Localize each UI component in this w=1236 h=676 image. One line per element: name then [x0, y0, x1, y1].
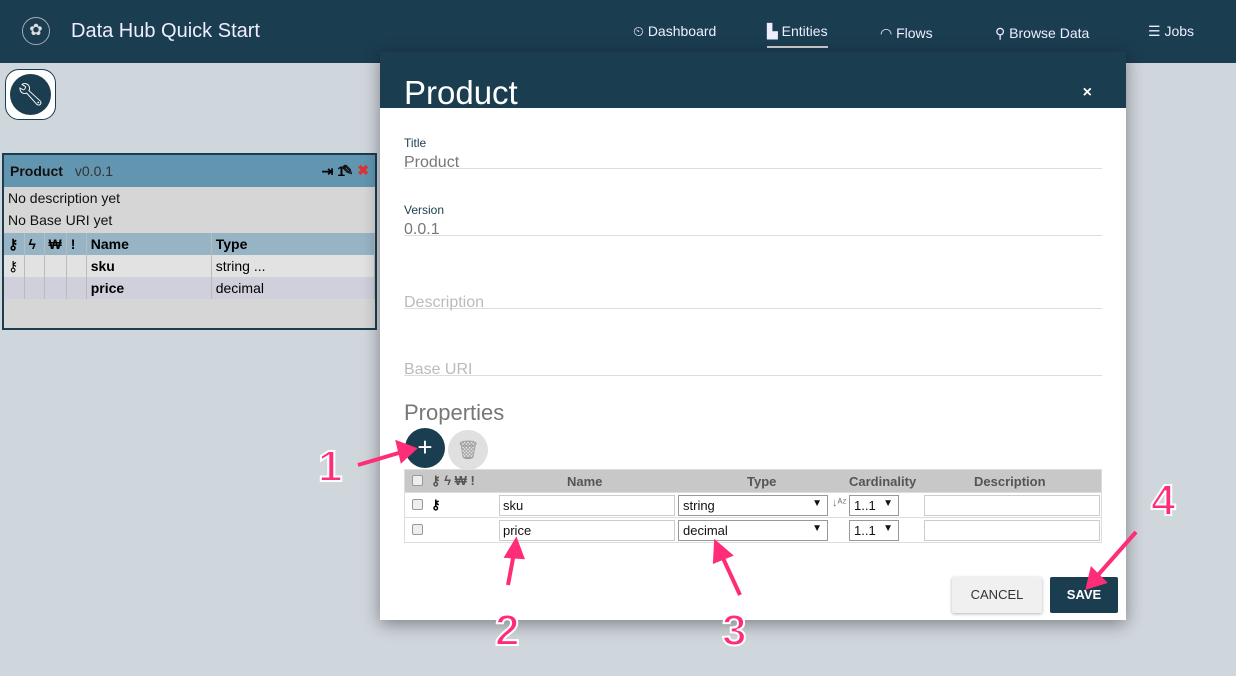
table-row: price decimal: [4, 277, 376, 299]
description-input[interactable]: [924, 495, 1100, 516]
properties-table: ⚷ ϟ ₩ ! Name Type Cardinality Descriptio…: [404, 469, 1102, 543]
word-lexicon-icon: ₩: [44, 233, 67, 255]
delete-property-button[interactable]: 🗑︎: [448, 430, 488, 470]
nav-label: Flows: [896, 25, 933, 41]
key-icon: ⚷: [4, 233, 25, 255]
name-input[interactable]: sku: [499, 495, 675, 516]
cardinality-select[interactable]: 1..1 ▼: [849, 495, 899, 516]
tools-button[interactable]: 🔧︎: [5, 69, 56, 120]
title-label: Title: [404, 136, 427, 150]
nav-dashboard[interactable]: ⏲ Dashboard: [633, 23, 716, 40]
entity-description: No description yet: [8, 190, 121, 206]
annotation-2: 2: [494, 605, 521, 656]
version-field[interactable]: Version 0.0.1: [404, 203, 1102, 238]
nav-jobs[interactable]: ☰ Jobs: [1148, 23, 1194, 40]
nav-label: Jobs: [1164, 23, 1195, 39]
entity-version: v0.0.1: [74, 163, 114, 179]
cardinality-select[interactable]: 1..1 ▼: [849, 520, 899, 541]
properties-heading: Properties: [404, 400, 505, 425]
add-property-button[interactable]: +: [405, 428, 445, 468]
type-value: string: [683, 498, 715, 513]
prop-type: decimal: [211, 277, 376, 299]
entity-base-uri: No Base URI yet: [8, 212, 113, 228]
hub-logo-icon: ✿: [22, 17, 50, 45]
description-placeholder: Description: [404, 294, 485, 311]
key-icon: ⚷: [4, 255, 25, 277]
col-type: Type: [747, 474, 777, 489]
base-uri-field[interactable]: Base URI: [404, 344, 1102, 378]
close-icon[interactable]: ×: [1083, 84, 1092, 102]
col-name: Name: [86, 233, 212, 255]
key-range-lexicon-required-icons: ⚷ ϟ ₩ !: [431, 473, 475, 488]
nav-label: Browse Data: [1009, 25, 1090, 41]
row-checkbox[interactable]: [412, 499, 423, 510]
entity-card[interactable]: Product v0.0.1 ⇥ 1 ✎ ✖ No description yet…: [2, 153, 377, 330]
base-uri-placeholder: Base URI: [404, 361, 473, 378]
table-row: price decimal ▼ 1..1 ▼: [405, 517, 1101, 542]
table-row: ⚷ sku string ▼ ↓ᴬᶻ 1..1 ▼: [405, 492, 1101, 517]
type-select[interactable]: string ▼: [678, 495, 828, 516]
entity-properties-table: ⚷ ϟ ₩! Name Type ⚷ sku string ... price decimal: [4, 233, 376, 299]
cardinality-value: 1..1: [854, 498, 876, 513]
nav-label: Dashboard: [647, 23, 717, 39]
cancel-button[interactable]: CANCEL: [952, 577, 1042, 613]
type-value: decimal: [683, 523, 728, 538]
range-index-icon: ϟ: [24, 233, 45, 255]
dialog-header: Product ×: [380, 52, 1126, 111]
col-type: Type: [211, 233, 376, 255]
col-description: Description: [974, 474, 1046, 489]
title-field[interactable]: Title Product: [404, 136, 1102, 171]
cardinality-value: 1..1: [854, 523, 876, 538]
entity-name: Product: [10, 163, 63, 179]
wrench-icon: 🔧︎: [10, 74, 51, 115]
table-row: ⚷ sku string ...: [4, 255, 376, 277]
app-title: Data Hub Quick Start: [71, 20, 260, 42]
annotation-4: 4: [1150, 475, 1177, 526]
required-icon: !: [66, 233, 87, 255]
edit-entity-dialog: Product × Title Product Version 0.0.1 Desc…: [380, 52, 1126, 620]
prop-type: string ...: [211, 255, 376, 277]
select-all-checkbox[interactable]: [412, 475, 423, 486]
title-value: Product: [404, 154, 460, 171]
key-icon[interactable]: ⚷: [431, 497, 441, 513]
prop-name: sku: [86, 255, 212, 277]
card-actions: ✎ ✖: [342, 162, 369, 179]
description-input[interactable]: [924, 520, 1100, 541]
nav-browse-data[interactable]: ⚲ Browse Data: [995, 25, 1089, 42]
save-button[interactable]: SAVE: [1050, 577, 1118, 613]
delete-icon[interactable]: ✖: [357, 162, 369, 178]
name-input[interactable]: price: [499, 520, 675, 541]
nav-entities[interactable]: ▙ Entities: [767, 23, 828, 48]
prop-name: price: [86, 277, 212, 299]
type-select[interactable]: decimal ▼: [678, 520, 828, 541]
properties-header: ⚷ ϟ ₩ ! Name Type Cardinality Descriptio…: [405, 470, 1101, 492]
col-cardinality: Cardinality: [849, 474, 917, 489]
col-name: Name: [567, 474, 603, 489]
row-checkbox[interactable]: [412, 524, 423, 535]
nav-flows[interactable]: ◠ Flows: [880, 25, 933, 42]
edit-icon[interactable]: ✎: [342, 162, 354, 178]
version-label: Version: [404, 203, 445, 217]
sort-az-icon[interactable]: ↓ᴬᶻ: [832, 497, 846, 509]
annotation-1: 1: [317, 441, 344, 492]
dialog-title: Product: [404, 74, 518, 111]
version-value: 0.0.1: [404, 221, 440, 238]
entity-card-header: Product v0.0.1 ⇥ 1 ✎ ✖: [4, 155, 375, 187]
nav-label: Entities: [781, 23, 828, 39]
description-field[interactable]: Description: [404, 277, 1102, 311]
annotation-3: 3: [721, 605, 748, 656]
